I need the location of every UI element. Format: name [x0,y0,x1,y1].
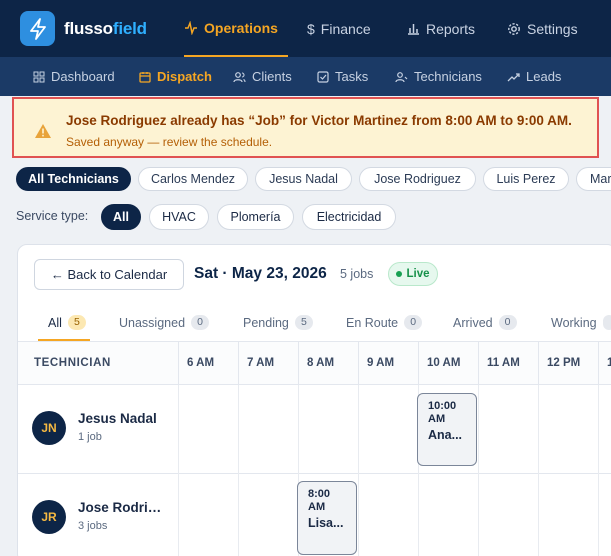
grid-line [478,474,479,556]
alert-title: Jose Rodriguez already has “Job” for Vic… [66,113,572,128]
tech-filter-all[interactable]: All Technicians [16,167,131,191]
hour-header: 11 AM [478,342,538,386]
bar-chart-icon [408,24,419,35]
nav-operations[interactable]: Operations [184,0,288,57]
checkbox-icon [317,70,329,83]
calendar-icon [139,71,151,83]
tab-count [602,315,611,330]
technician-job-count: 3 jobs [78,520,108,532]
trending-icon [507,72,520,81]
tab-count: 0 [191,315,210,330]
alert-subtitle: Saved anyway — review the schedule. [66,135,273,149]
service-filter-plomeria[interactable]: Plomería [217,204,294,230]
dashboard-icon [33,71,45,82]
grid-line [478,385,479,474]
hour-header: 1 P [598,342,611,386]
technician-icon [395,71,408,82]
grid-line [358,385,359,474]
subnav-dashboard[interactable]: Dashboard [33,57,115,96]
lightning-logo-icon[interactable] [20,11,55,46]
grid-line [178,474,179,556]
avatar: JR [32,500,66,534]
sub-navigation-bar: Dashboard Dispatch Clients Tasks Technic… [0,57,611,96]
technician-row: JN Jesus Nadal 1 job 10:00 AM Ana... [18,385,611,474]
subnav-technicians[interactable]: Technicians [395,57,482,96]
technician-job-count: 1 job [78,431,102,443]
nav-finance[interactable]: $ Finance [307,0,371,57]
tab-pending[interactable]: Pending 5 [243,315,313,330]
subnav-tasks[interactable]: Tasks [317,57,368,96]
service-filter-electricidad[interactable]: Electricidad [302,204,396,230]
grid-line [598,385,599,474]
gear-icon [508,22,520,35]
schedule-date: Sat · May 23, 2026 [194,265,327,282]
tab-en-route[interactable]: En Route 0 [346,315,423,330]
grid-line [598,474,599,556]
grid-line [538,385,539,474]
job-card[interactable]: 10:00 AM Ana... [417,393,477,466]
users-icon [233,71,246,82]
job-time: 8:00 AM [308,488,331,513]
live-badge: Live [388,262,438,286]
dollar-icon: $ [307,20,315,37]
tab-count: 5 [67,315,86,330]
brand-name: flussofield [64,19,147,38]
back-to-calendar-button[interactable]: ← Back to Calendar [34,259,184,290]
hour-header: 6 AM [178,342,238,386]
subnav-clients[interactable]: Clients [233,57,292,96]
hour-header: 12 PM [538,342,598,386]
subnav-dispatch[interactable]: Dispatch [139,57,212,96]
grid-line [298,385,299,474]
job-time: 10:00 AM [428,400,457,425]
dispatch-schedule-card: ← Back to Calendar Sat · May 23, 2026 5 … [17,244,611,556]
tech-filter-jose-rodriguez[interactable]: Jose Rodriguez [359,167,476,191]
tab-count: 5 [294,315,313,330]
technician-name[interactable]: Jose Rodriguez [78,500,166,515]
grid-line [418,474,419,556]
grid-line [238,385,239,474]
live-dot-icon [396,271,403,277]
tech-filter-carlos-mendez[interactable]: Carlos Mendez [138,167,248,191]
grid-line [538,474,539,556]
job-client: Ana... [428,428,463,442]
grid-line [358,474,359,556]
service-filter-all[interactable]: All [101,204,141,230]
warning-icon [35,124,51,138]
tab-count: 0 [404,315,423,330]
tab-working[interactable]: Working [551,315,611,330]
nav-reports[interactable]: Reports [407,0,475,57]
subnav-leads[interactable]: Leads [507,57,561,96]
tab-arrived[interactable]: Arrived 0 [453,315,517,330]
technician-name[interactable]: Jesus Nadal [78,411,166,426]
nav-settings[interactable]: Settings [507,0,578,57]
technician-row: JR Jose Rodriguez 3 jobs 8:00 AM Lisa... [18,474,611,556]
timeline-header: TECHNICIAN 6 AM 7 AM 8 AM 9 AM 10 AM 11 … [18,341,611,386]
technician-column-header: TECHNICIAN [34,357,111,369]
top-navigation-bar: flussofield Operations $ Finance Reports… [0,0,611,57]
tab-count: 0 [498,315,517,330]
tab-all[interactable]: All 5 [48,315,86,330]
hour-header: 10 AM [418,342,478,386]
grid-line [178,385,179,474]
hour-header: 8 AM [298,342,358,386]
tech-filter-jesus-nadal[interactable]: Jesus Nadal [255,167,352,191]
job-client: Lisa... [308,516,344,530]
tab-unassigned[interactable]: Unassigned 0 [119,315,210,330]
schedule-conflict-alert: Jose Rodriguez already has “Job” for Vic… [12,97,599,158]
jobs-count: 5 jobs [340,267,374,281]
service-filter-hvac[interactable]: HVAC [149,204,209,230]
activity-icon [185,20,197,35]
hour-header: 9 AM [358,342,418,386]
tech-filter-mar[interactable]: Mar [576,167,611,191]
service-type-label: Service type: [16,209,89,223]
grid-line [238,474,239,556]
tech-filter-luis-perez[interactable]: Luis Perez [483,167,569,191]
avatar: JN [32,411,66,445]
hour-header: 7 AM [238,342,298,386]
job-card[interactable]: 8:00 AM Lisa... [297,481,357,555]
